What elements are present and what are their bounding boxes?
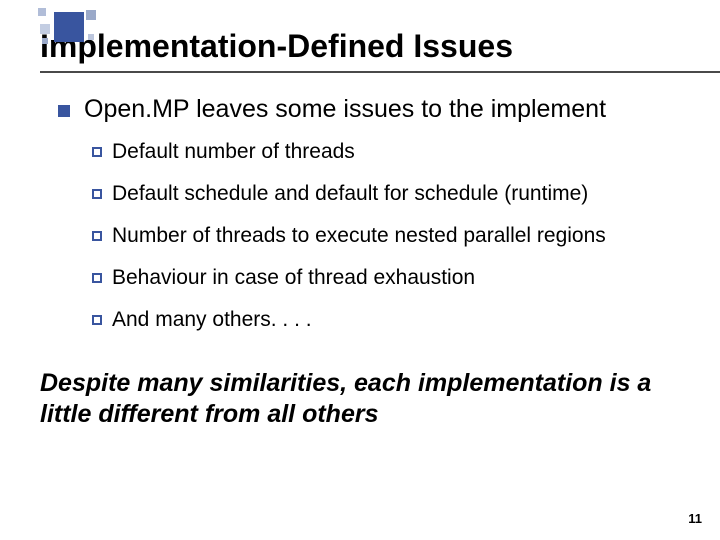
deco-square-icon [86, 10, 96, 20]
bullet-level1-text: Open.MP leaves some issues to the implem… [84, 95, 606, 124]
hollow-square-bullet-icon [92, 231, 102, 241]
bullet-level2-text: Number of threads to execute nested para… [112, 224, 606, 248]
page-number: 11 [688, 511, 702, 526]
bullet-level2: And many others. . . . [92, 308, 680, 332]
slide-header: Implementation-Defined Issues [0, 0, 720, 73]
closing-statement: Despite many similarities, each implemen… [0, 350, 720, 431]
deco-square-icon [54, 12, 84, 42]
bullet-level2: Behaviour in case of thread exhaustion [92, 266, 680, 290]
bullet-level2-text: Default schedule and default for schedul… [112, 182, 588, 206]
bullet-level2: Default schedule and default for schedul… [92, 182, 680, 206]
bullet-level2-text: Behaviour in case of thread exhaustion [112, 266, 475, 290]
deco-square-icon [42, 38, 48, 44]
deco-square-icon [38, 8, 46, 16]
bullet-level2: Number of threads to execute nested para… [92, 224, 680, 248]
filled-square-bullet-icon [58, 105, 70, 117]
hollow-square-bullet-icon [92, 273, 102, 283]
title-underline [40, 71, 720, 73]
deco-square-icon [88, 34, 94, 40]
slide: Implementation-Defined Issues Open.MP le… [0, 0, 720, 540]
hollow-square-bullet-icon [92, 315, 102, 325]
sub-bullet-list: Default number of threads Default schedu… [58, 140, 680, 332]
bullet-level1: Open.MP leaves some issues to the implem… [58, 95, 680, 124]
hollow-square-bullet-icon [92, 189, 102, 199]
slide-title: Implementation-Defined Issues [40, 28, 720, 65]
slide-body: Open.MP leaves some issues to the implem… [0, 73, 720, 332]
decorative-squares [0, 0, 100, 70]
bullet-level2-text: Default number of threads [112, 140, 355, 164]
bullet-level2-text: And many others. . . . [112, 308, 312, 332]
hollow-square-bullet-icon [92, 147, 102, 157]
deco-square-icon [40, 24, 50, 34]
bullet-level2: Default number of threads [92, 140, 680, 164]
